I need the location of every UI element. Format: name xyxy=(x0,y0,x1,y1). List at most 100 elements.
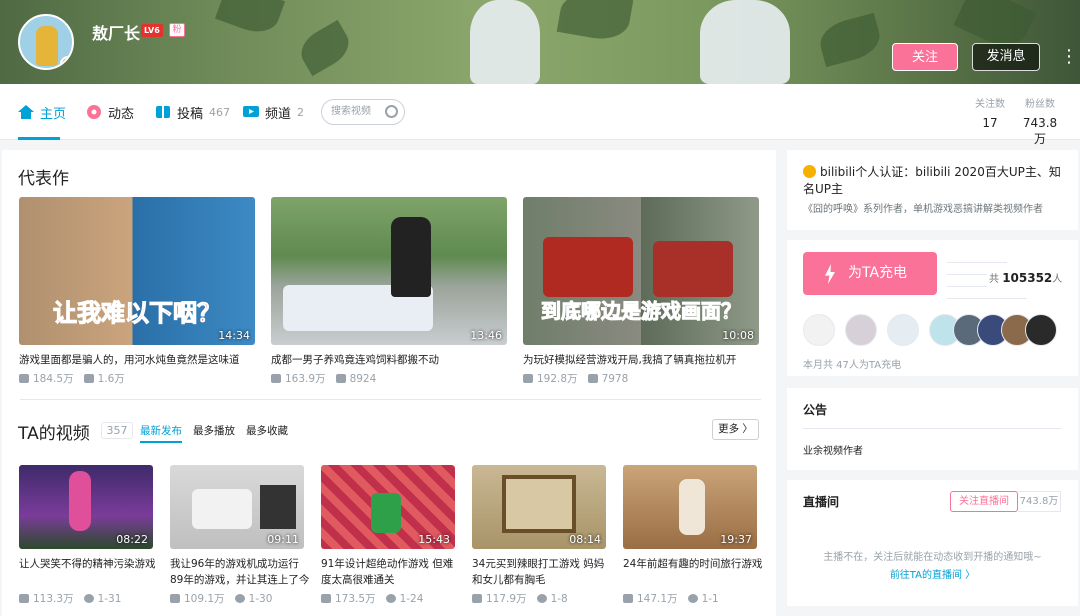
tab-most-favorited[interactable]: 最多收藏 xyxy=(246,423,288,438)
video-title-line2[interactable]: 度太高很难通关 xyxy=(321,572,461,587)
video-title-line2[interactable]: 89年的游戏，并让其连上了今 xyxy=(170,572,310,587)
video-stats: 113.3万 1-31 xyxy=(19,591,121,606)
play-icon xyxy=(472,594,482,603)
play-icon xyxy=(19,374,29,383)
search-input[interactable]: 搜索视频 xyxy=(321,99,405,125)
banner-leaf xyxy=(815,12,885,68)
play-icon xyxy=(19,594,29,603)
stat-value: 743.8万 xyxy=(1022,116,1058,146)
charger-avatar[interactable] xyxy=(845,314,877,346)
masterpiece-card[interactable]: 让我难以下咽？ 14:34 xyxy=(19,197,255,345)
play-count: 147.1万 xyxy=(637,593,678,605)
video-duration: 19:37 xyxy=(720,533,752,546)
tab-dynamic[interactable]: 动态 xyxy=(86,84,134,140)
banner-character xyxy=(470,0,540,84)
masterpiece-card[interactable]: 到底哪边是游戏画面？ 10:08 xyxy=(523,197,759,345)
play-count: 192.8万 xyxy=(537,373,578,385)
tab-most-played[interactable]: 最多播放 xyxy=(193,423,235,438)
video-duration: 08:14 xyxy=(569,533,601,546)
tab-home[interactable]: 主页 xyxy=(18,84,66,140)
fan-medal[interactable]: 粉 xyxy=(169,23,185,37)
video-thumbnail[interactable]: 19:37 xyxy=(623,465,757,549)
following-stat[interactable]: 关注数 17 xyxy=(970,95,1010,130)
video-duration: 14:34 xyxy=(218,329,250,342)
video-thumbnail[interactable]: 让我难以下咽？ 14:34 xyxy=(19,197,255,345)
video-duration: 15:43 xyxy=(418,533,450,546)
video-title[interactable]: 34元买到辣眼打工游戏 妈妈 xyxy=(472,556,612,571)
lightning-icon xyxy=(825,264,835,284)
play-count: 109.1万 xyxy=(184,593,225,605)
clock-icon xyxy=(234,594,245,603)
certification-text: bilibili个人认证：bilibili 2020百大UP主、知名UP主 xyxy=(803,164,1068,198)
stat-label: 粉丝数 xyxy=(1025,99,1055,110)
publish-date: 1-31 xyxy=(97,592,122,605)
stat-value: 17 xyxy=(982,116,998,130)
tractor-shape xyxy=(543,237,633,297)
videos-count: 357 xyxy=(101,422,133,439)
more-videos-button[interactable]: 更多 〉 xyxy=(712,419,759,440)
certification-desc: 《囧的呼唤》系列作者，单机游戏恶搞讲解类视频作者 xyxy=(803,204,1043,215)
video-title[interactable]: 91年设计超绝动作游戏 但难 xyxy=(321,556,461,571)
danmaku-count: 7978 xyxy=(601,372,629,385)
live-title: 直播间 xyxy=(803,495,840,509)
username: 敖厂长 xyxy=(92,24,141,43)
charge-button[interactable]: 为TA充电 xyxy=(803,252,937,295)
go-to-live-link[interactable]: 前往TA的直播间 〉 xyxy=(787,566,1078,581)
video-title[interactable]: 游戏里面都是骗人的，用河水炖鱼竟然是这味道 xyxy=(19,352,255,367)
video-stats: 147.1万 1-1 xyxy=(623,591,719,606)
thumbnail-caption: 让我难以下咽？ xyxy=(53,299,222,328)
avatar-figure xyxy=(36,26,58,66)
send-message-button[interactable]: 发消息 xyxy=(972,43,1040,71)
channel-icon xyxy=(243,106,259,117)
play-icon xyxy=(321,594,331,603)
charger-avatar[interactable] xyxy=(1025,314,1057,346)
video-title[interactable]: 为玩好模拟经营游戏开局,我搞了辆真拖拉机开 xyxy=(523,352,759,367)
video-duration: 09:11 xyxy=(267,533,299,546)
avatar[interactable] xyxy=(18,14,74,70)
video-title[interactable]: 我让96年的游戏机成功运行 xyxy=(170,556,310,571)
tab-submissions[interactable]: 投稿 467 xyxy=(155,84,230,140)
video-thumbnail[interactable]: 09:11 xyxy=(170,465,304,549)
more-options-icon[interactable]: ⋮ xyxy=(1060,46,1078,68)
video-title-line2[interactable]: 和女儿都有胸毛 xyxy=(472,572,612,587)
charger-avatar[interactable] xyxy=(803,314,835,346)
console-shape xyxy=(192,489,252,529)
tractor-shape xyxy=(653,241,733,297)
play-count: 163.9万 xyxy=(285,373,326,385)
level-badge: LV6 xyxy=(141,24,163,37)
video-title[interactable]: 让人哭笑不得的精神污染游戏 xyxy=(19,556,159,571)
play-count: 173.5万 xyxy=(335,593,376,605)
play-count: 184.5万 xyxy=(33,373,74,385)
search-placeholder: 搜索视频 xyxy=(331,106,371,117)
main-content: 代表作 让我难以下咽？ 14:34 游戏里面都是骗人的，用河水炖鱼竟然是这味道 … xyxy=(2,150,776,616)
certification-label: bilibili个人认证：bilibili 2020百大UP主、知名UP主 xyxy=(803,165,1061,196)
play-icon xyxy=(523,374,533,383)
play-count: 117.9万 xyxy=(486,593,527,605)
certified-icon xyxy=(803,165,816,178)
video-duration: 13:46 xyxy=(470,329,502,342)
tab-newest[interactable]: 最新发布 xyxy=(140,423,182,443)
followers-stat[interactable]: 粉丝数 743.8万 xyxy=(1018,95,1062,147)
video-title[interactable]: 24年前超有趣的时间旅行游戏 xyxy=(623,556,763,571)
masterpiece-card[interactable]: 13:46 xyxy=(271,197,507,345)
tab-label: 动态 xyxy=(108,106,135,122)
charge-total-prefix: 共 xyxy=(989,274,999,285)
section-divider xyxy=(20,399,761,400)
video-thumbnail[interactable]: 13:46 xyxy=(271,197,507,345)
video-thumbnail[interactable]: 到底哪边是游戏画面？ 10:08 xyxy=(523,197,759,345)
frame-shape xyxy=(502,475,576,533)
video-thumbnail[interactable]: 15:43 xyxy=(321,465,455,549)
follow-button[interactable]: 关注 xyxy=(892,43,958,71)
follow-live-button[interactable]: 关注直播间 xyxy=(950,491,1018,512)
charger-avatar[interactable] xyxy=(887,314,919,346)
video-thumbnail[interactable]: 08:22 xyxy=(19,465,153,549)
banner-leaf xyxy=(556,0,634,44)
video-thumbnail[interactable]: 08:14 xyxy=(472,465,606,549)
live-follower-count: 743.8万 xyxy=(1018,491,1061,512)
videos-title: TA的视频 xyxy=(18,424,90,444)
search-icon[interactable] xyxy=(385,105,398,118)
tab-channels[interactable]: 频道 2 xyxy=(243,84,304,140)
video-title[interactable]: 成都一男子养鸡竟连鸡饲料都搬不动 xyxy=(271,352,507,367)
banner-leaf xyxy=(294,19,356,77)
verified-badge-icon xyxy=(60,56,72,68)
